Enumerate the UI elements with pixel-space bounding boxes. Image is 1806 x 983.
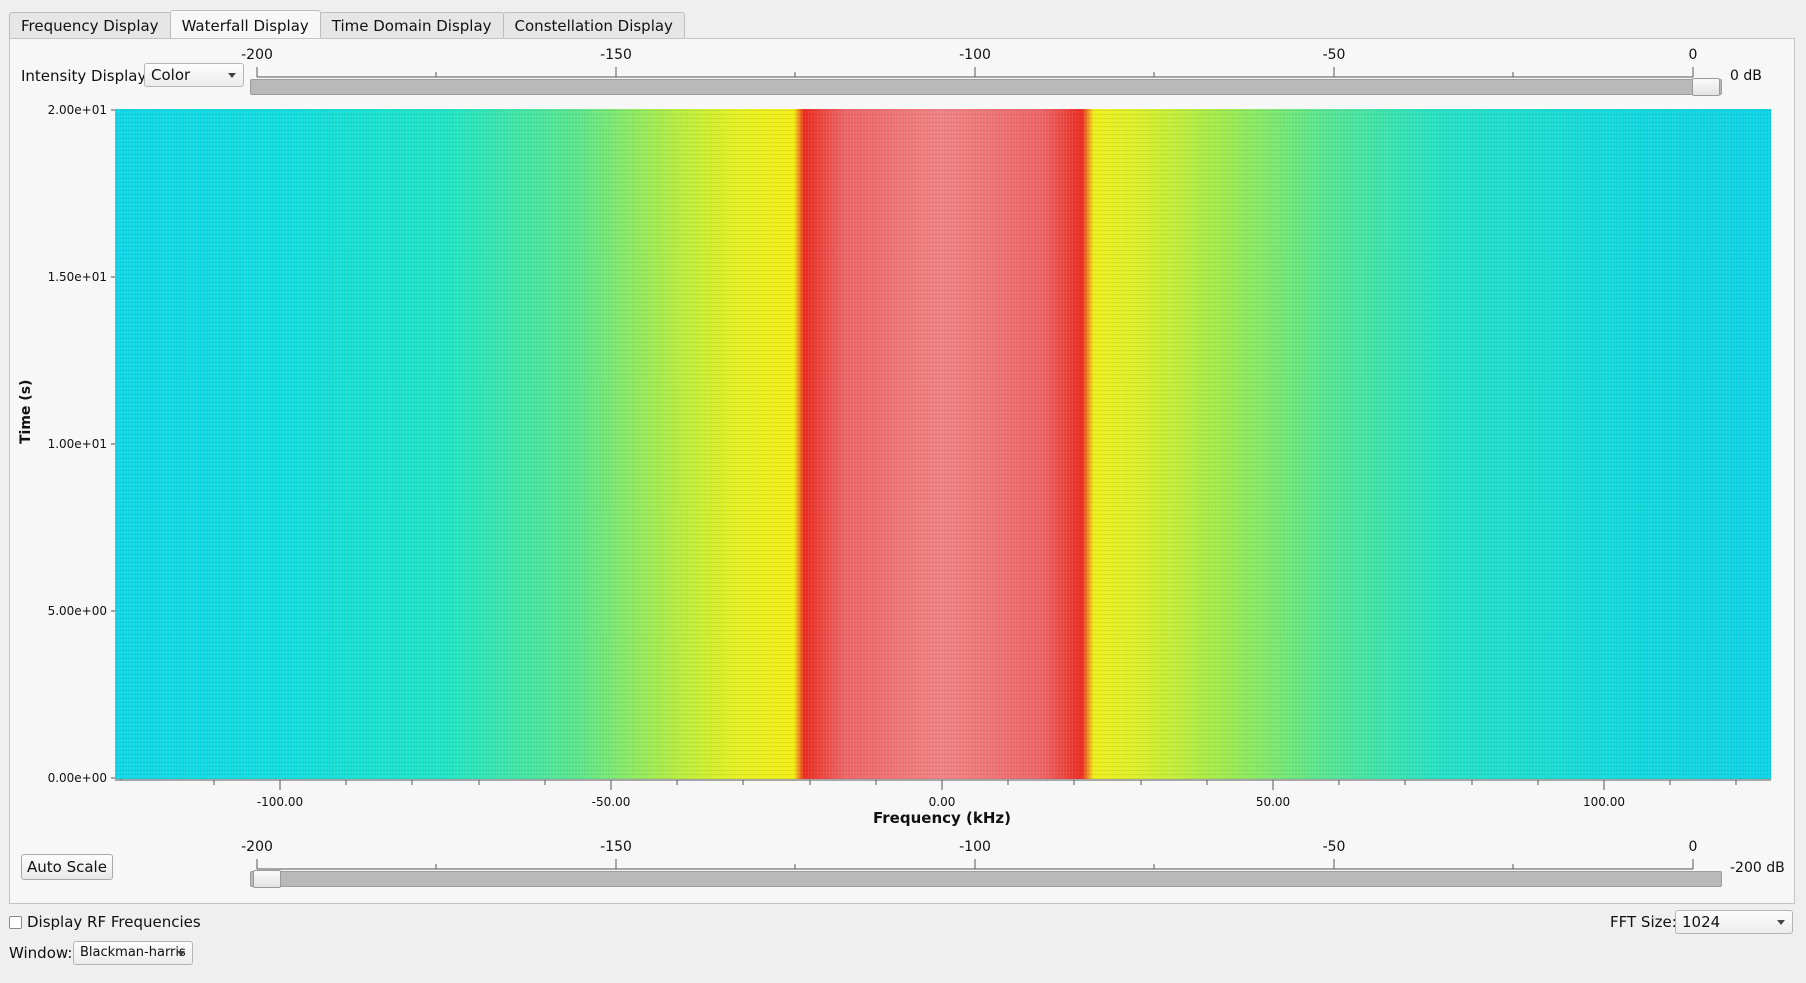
display-rf-frequencies-checkbox[interactable]	[9, 916, 22, 929]
top-intensity-scale: -200 -150 -100 -50 0	[241, 47, 1730, 81]
max-intensity-slider-handle[interactable]	[1692, 78, 1720, 96]
y-tick-label: 1.00e+01	[47, 437, 107, 451]
fft-size-label: FFT Size:	[1610, 913, 1677, 931]
tab-time-domain-display[interactable]: Time Domain Display	[319, 12, 504, 38]
bottom-intensity-scale: -200 -150 -100 -50 0	[241, 839, 1730, 873]
x-tick-label: -50.00	[591, 795, 631, 809]
x-tick-label: 50.00	[1255, 795, 1291, 809]
y-axis-label: Time (s)	[18, 380, 34, 444]
tab-bar: Frequency Display Waterfall Display Time…	[9, 10, 685, 39]
y-tick-label: 1.50e+01	[47, 270, 107, 284]
min-intensity-slider-handle[interactable]	[253, 870, 281, 888]
y-tick-label: 2.00e+01	[47, 103, 107, 117]
auto-scale-button[interactable]: Auto Scale	[21, 854, 113, 880]
window-select[interactable]: Blackman-harris	[73, 941, 193, 965]
display-rf-frequencies-label: Display RF Frequencies	[27, 913, 201, 931]
chevron-down-icon	[1777, 920, 1785, 925]
max-intensity-slider[interactable]	[250, 78, 1722, 96]
min-intensity-slider[interactable]	[250, 870, 1722, 888]
fft-size-select[interactable]: 1024	[1675, 910, 1793, 934]
max-intensity-value: 0 dB	[1730, 68, 1762, 84]
tab-frequency-display[interactable]: Frequency Display	[9, 12, 171, 38]
x-tick-label: 100.00	[1583, 795, 1625, 809]
intensity-display-label: Intensity Display:	[21, 67, 151, 85]
y-axis-label-text: Time (s)	[18, 379, 34, 444]
x-tick-label: -100.00	[256, 795, 304, 809]
window-value: Blackman-harris	[80, 945, 186, 960]
min-intensity-value: -200 dB	[1730, 860, 1785, 876]
waterfall-plot[interactable]	[115, 109, 1771, 779]
fft-size-value: 1024	[1682, 913, 1721, 931]
x-axis-ticks	[115, 779, 1771, 790]
top-scale-ticks	[256, 67, 1694, 78]
tab-waterfall-display[interactable]: Waterfall Display	[169, 10, 321, 38]
waterfall-panel: Intensity Display: Color -200 -150 -100 …	[9, 38, 1795, 904]
waterfall-texture	[115, 109, 1771, 779]
chevron-down-icon	[228, 73, 236, 78]
x-axis-label: Frequency (kHz)	[873, 809, 1011, 827]
y-tick-label: 0.00e+00	[47, 771, 107, 785]
tab-constellation-display[interactable]: Constellation Display	[502, 12, 685, 38]
bottom-scale-ticks	[256, 859, 1694, 870]
y-tick-label: 5.00e+00	[47, 604, 107, 618]
chevron-down-icon	[177, 951, 185, 956]
x-tick-label: 0.00	[928, 795, 956, 809]
intensity-display-select[interactable]: Color	[144, 63, 244, 87]
intensity-display-value: Color	[151, 66, 191, 84]
window-label: Window:	[9, 944, 73, 962]
